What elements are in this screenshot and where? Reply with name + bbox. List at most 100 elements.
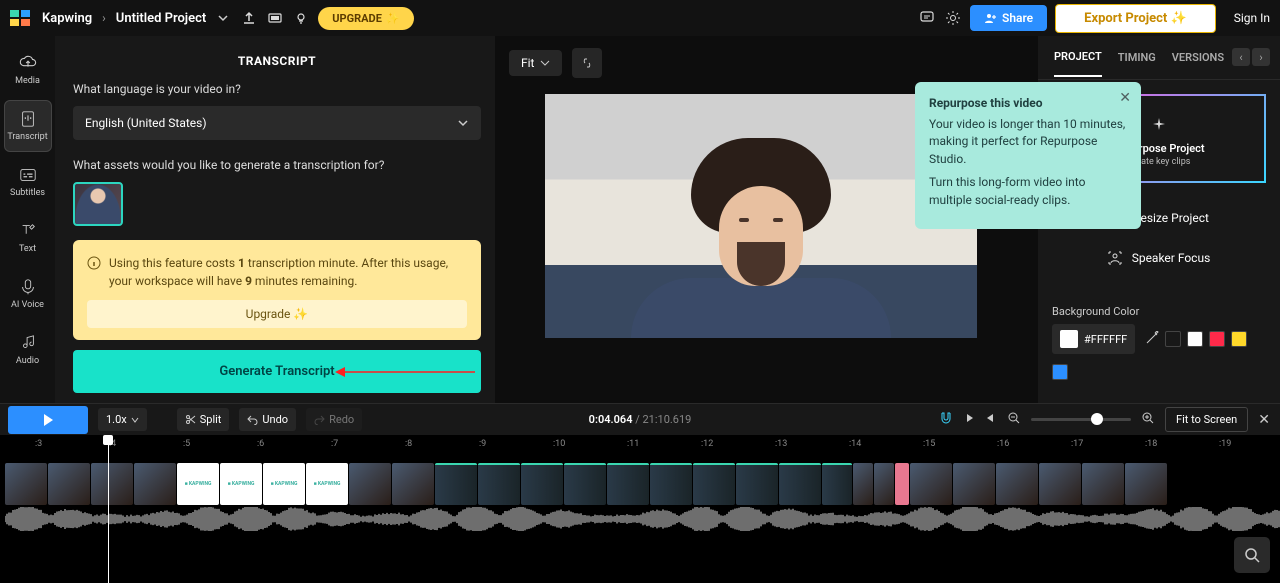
gear-icon[interactable]: [944, 9, 962, 27]
timeline-clip[interactable]: [521, 463, 563, 505]
upgrade-inline-button[interactable]: Upgrade ✨: [87, 300, 467, 328]
timeline-clip[interactable]: [895, 463, 909, 505]
chevron-down-icon: [540, 58, 550, 68]
export-project-button[interactable]: Export Project ✨: [1055, 4, 1216, 33]
app-name[interactable]: Kapwing: [42, 11, 92, 26]
leftrail-audio[interactable]: Audio: [4, 324, 52, 376]
timeline-clip[interactable]: [5, 463, 47, 505]
generate-label: Generate Transcript: [219, 364, 334, 379]
swatch-black[interactable]: [1165, 331, 1181, 347]
trim-end-icon[interactable]: [985, 412, 997, 427]
bgcolor-label: Background Color: [1038, 295, 1280, 324]
timeline-clip[interactable]: [392, 463, 434, 505]
tab-scroll-left-icon[interactable]: ‹: [1232, 48, 1250, 66]
project-title[interactable]: Untitled Project: [116, 11, 207, 26]
leftrail-transcript[interactable]: Transcript: [4, 100, 52, 152]
share-label: Share: [1002, 11, 1033, 25]
unlink-icon[interactable]: [572, 48, 602, 78]
timeline-clip[interactable]: [853, 463, 873, 505]
timeline-clip[interactable]: [1125, 463, 1167, 505]
timeline-clip[interactable]: [693, 463, 735, 505]
timeline-clip[interactable]: [996, 463, 1038, 505]
comment-icon[interactable]: [918, 9, 936, 27]
swatch-white[interactable]: [1187, 331, 1203, 347]
audio-waveform[interactable]: [5, 507, 1280, 531]
tab-project[interactable]: PROJECT: [1054, 38, 1102, 77]
person-plus-icon: [984, 12, 996, 24]
popover-body-2: Turn this long-form video into multiple …: [929, 174, 1127, 209]
share-button[interactable]: Share: [970, 5, 1047, 31]
sign-in-button[interactable]: Sign In: [1234, 11, 1270, 25]
leftrail-media[interactable]: Media: [4, 44, 52, 96]
bgcolor-value: #FFFFFF: [1084, 333, 1127, 346]
close-icon[interactable]: ✕: [1119, 90, 1131, 106]
timeline-clip[interactable]: [607, 463, 649, 505]
timeline-ruler[interactable]: :3:4:5:6:7:8:9:10:11:12:13:14:15:16:17:1…: [0, 435, 1280, 457]
timeline-clip[interactable]: [953, 463, 995, 505]
lightbulb-icon[interactable]: [292, 9, 310, 27]
sparkle-icon: ✨: [386, 12, 400, 25]
upgrade-button[interactable]: UPGRADE✨: [318, 7, 413, 30]
leftrail-text[interactable]: Text: [4, 212, 52, 264]
timeline-clip[interactable]: [48, 463, 90, 505]
zoom-out-icon[interactable]: [1007, 411, 1021, 428]
asset-thumbnail[interactable]: [73, 182, 123, 226]
undo-button[interactable]: Undo: [239, 408, 296, 431]
timeline[interactable]: :3:4:5:6:7:8:9:10:11:12:13:14:15:16:17:1…: [0, 435, 1280, 583]
leftrail-ai-voice[interactable]: AI Voice: [4, 268, 52, 320]
playhead[interactable]: [108, 435, 109, 583]
timeline-clip[interactable]: [478, 463, 520, 505]
language-select[interactable]: English (United States): [73, 106, 481, 140]
kapwing-logo[interactable]: [10, 6, 34, 30]
tab-scroll-right-icon[interactable]: ›: [1252, 48, 1270, 66]
magnet-icon[interactable]: [939, 411, 953, 428]
playback-speed-button[interactable]: 1.0x: [98, 408, 147, 431]
swatch-yellow[interactable]: [1231, 331, 1247, 347]
timeline-clip[interactable]: [1039, 463, 1081, 505]
timeline-clip[interactable]: [874, 463, 894, 505]
trim-start-icon[interactable]: [963, 412, 975, 427]
sparkle-icon: ✨: [1167, 11, 1186, 26]
brand-kit-icon[interactable]: [266, 9, 284, 27]
swatch-blue[interactable]: [1052, 364, 1068, 380]
close-timeline-icon[interactable]: ✕: [1258, 412, 1270, 428]
timeline-clip[interactable]: ■ KAPWING: [263, 463, 305, 505]
timeline-clip[interactable]: [1082, 463, 1124, 505]
zoom-in-icon[interactable]: [1141, 411, 1155, 428]
video-preview[interactable]: [545, 94, 977, 338]
timeline-clip[interactable]: ■ KAPWING: [177, 463, 219, 505]
popover-body-1: Your video is longer than 10 minutes, ma…: [929, 116, 1127, 168]
timeline-clip[interactable]: [736, 463, 778, 505]
leftrail-subtitles[interactable]: Subtitles: [4, 156, 52, 208]
timeline-clip[interactable]: [822, 463, 852, 505]
bgcolor-input[interactable]: #FFFFFF: [1052, 324, 1135, 354]
timeline-clip[interactable]: [91, 463, 133, 505]
timeline-clip[interactable]: [650, 463, 692, 505]
fit-to-screen-button[interactable]: Fit to Screen: [1165, 407, 1248, 432]
video-track[interactable]: ■ KAPWING■ KAPWING■ KAPWING■ KAPWING: [5, 463, 1280, 505]
upload-icon[interactable]: [240, 9, 258, 27]
chevron-down-icon[interactable]: [214, 9, 232, 27]
timeline-clip[interactable]: [564, 463, 606, 505]
undo-icon: [247, 414, 258, 425]
split-button[interactable]: Split: [177, 408, 230, 431]
zoom-fit-button[interactable]: Fit: [509, 50, 562, 76]
timeline-clip[interactable]: ■ KAPWING: [220, 463, 262, 505]
play-button[interactable]: [8, 406, 88, 434]
cloud-upload-icon: [19, 54, 37, 72]
swatch-red[interactable]: [1209, 331, 1225, 347]
eyedropper-icon[interactable]: [1145, 330, 1159, 349]
speaker-focus-button[interactable]: Speaker Focus: [1052, 241, 1266, 275]
tab-timing[interactable]: TIMING: [1118, 39, 1156, 76]
timeline-clip[interactable]: ■ KAPWING: [306, 463, 348, 505]
timeline-clip[interactable]: [134, 463, 176, 505]
generate-transcript-button[interactable]: Generate Transcript: [73, 350, 481, 393]
split-label: Split: [200, 413, 222, 426]
timeline-clip[interactable]: [779, 463, 821, 505]
timeline-clip[interactable]: [349, 463, 391, 505]
search-button[interactable]: [1234, 537, 1270, 573]
timeline-clip[interactable]: [435, 463, 477, 505]
timeline-clip[interactable]: [910, 463, 952, 505]
tab-versions[interactable]: VERSIONS: [1172, 39, 1224, 76]
zoom-slider[interactable]: [1031, 418, 1131, 421]
